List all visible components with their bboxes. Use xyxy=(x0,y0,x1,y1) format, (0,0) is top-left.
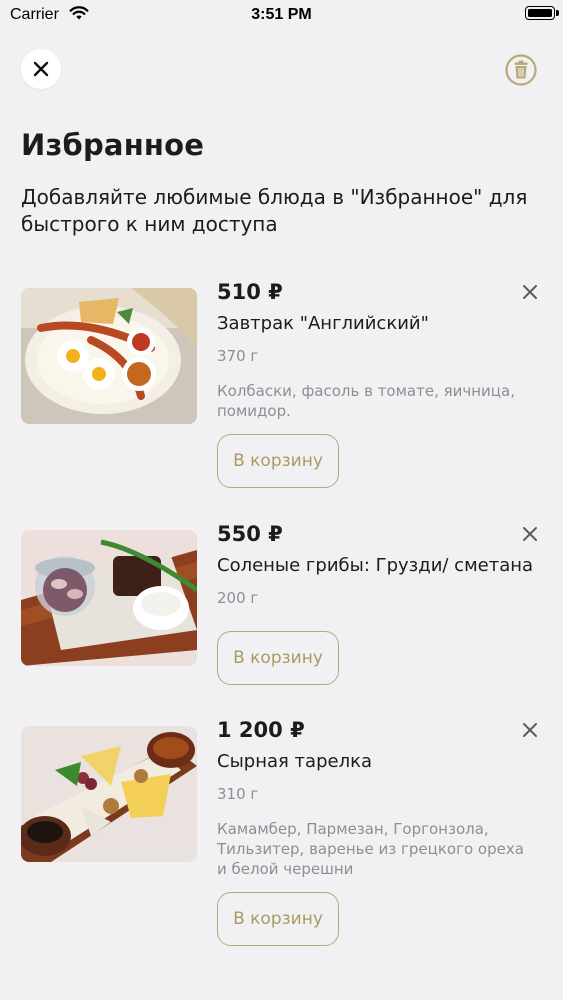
clear-favorites-button[interactable] xyxy=(504,53,538,87)
item-description: Камамбер, Пармезан, Горгонзола, Тильзите… xyxy=(217,820,524,878)
clock: 3:51 PM xyxy=(251,6,312,23)
battery-icon xyxy=(525,6,555,20)
close-icon xyxy=(33,61,49,77)
item-weight: 200 г xyxy=(217,589,259,607)
item-price: 550 ₽ xyxy=(217,522,283,546)
battery-tip xyxy=(556,10,559,16)
trash-icon xyxy=(505,54,537,86)
item-price: 510 ₽ xyxy=(217,280,283,304)
dish-image-cheese-plate[interactable] xyxy=(21,726,197,862)
item-weight: 310 г xyxy=(217,785,259,803)
item-price: 1 200 ₽ xyxy=(217,718,305,742)
item-weight: 370 г xyxy=(217,347,259,365)
remove-item-icon[interactable] xyxy=(520,282,540,302)
page-title: Избранное xyxy=(21,128,205,162)
close-button[interactable] xyxy=(21,49,61,89)
remove-item-icon[interactable] xyxy=(520,524,540,544)
dish-image-salted-mushrooms[interactable] xyxy=(21,530,197,666)
add-to-cart-button[interactable]: В корзину xyxy=(217,892,339,946)
item-name[interactable]: Соленые грибы: Грузди/ сметана xyxy=(217,555,533,576)
page-subtitle: Добавляйте любимые блюда в "Избранное" д… xyxy=(21,185,528,236)
add-to-cart-button[interactable]: В корзину xyxy=(217,631,339,685)
remove-item-icon[interactable] xyxy=(520,720,540,740)
add-to-cart-button[interactable]: В корзину xyxy=(217,434,339,488)
item-name[interactable]: Сырная тарелка xyxy=(217,751,372,772)
status-bar: Carrier 3:51 PM xyxy=(0,0,563,30)
item-name[interactable]: Завтрак "Английский" xyxy=(217,313,429,334)
item-description: Колбаски, фасоль в томате, яичница, поми… xyxy=(217,382,515,420)
dish-image-english-breakfast[interactable] xyxy=(21,288,197,424)
